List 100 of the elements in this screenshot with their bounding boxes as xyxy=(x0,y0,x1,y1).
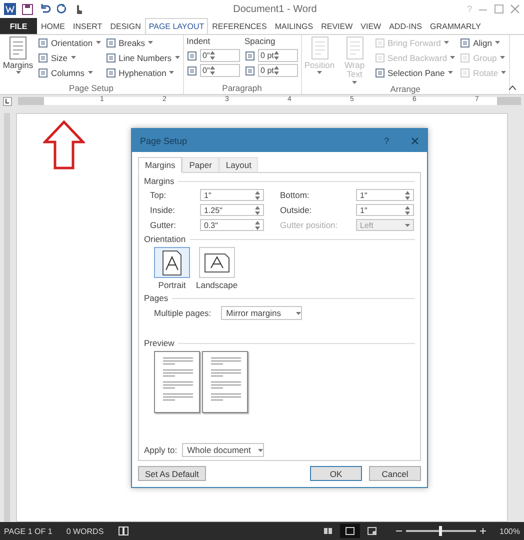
ribbon-button[interactable]: Breaks xyxy=(106,36,180,49)
caret-icon xyxy=(174,56,180,59)
slider-thumb[interactable] xyxy=(439,526,442,536)
spin-arrows-icon[interactable] xyxy=(274,66,279,75)
ribbon-button[interactable]: Columns xyxy=(38,66,101,79)
field-label: Outside: xyxy=(280,205,313,215)
group-label: Page Setup xyxy=(68,83,114,94)
dialog-title: Page Setup xyxy=(140,136,188,146)
ribbon-tab[interactable]: ADD-INS xyxy=(385,18,426,34)
group-label: Arrange xyxy=(389,84,422,94)
ribbon-tab[interactable]: VIEW xyxy=(356,18,386,34)
dialog-button[interactable]: Set As Default xyxy=(138,466,206,481)
spin-arrows-icon[interactable] xyxy=(255,220,260,230)
page-icon xyxy=(38,68,48,78)
ribbon-button[interactable]: Align xyxy=(460,36,506,49)
caret-icon xyxy=(405,224,410,226)
ribbon-tab[interactable]: PAGE LAYOUT xyxy=(144,18,208,34)
collapse-icon[interactable] xyxy=(509,85,516,90)
caret-icon xyxy=(317,71,322,74)
spin-arrows-icon[interactable] xyxy=(210,66,215,75)
dropdown[interactable]: Whole document xyxy=(182,443,264,457)
page-orientation-icon xyxy=(162,250,182,276)
group-label: Paragraph xyxy=(221,83,263,94)
dialog-button[interactable]: Cancel xyxy=(369,466,421,481)
text-lines-icon xyxy=(208,381,242,391)
tab-selector-icon[interactable] xyxy=(3,96,12,106)
page-icon xyxy=(106,68,116,78)
spin-arrows-icon[interactable] xyxy=(274,51,279,60)
spin-arrows-icon[interactable] xyxy=(210,51,215,60)
ribbon-button[interactable]: Selection Pane xyxy=(374,66,456,79)
spin-arrows-icon[interactable] xyxy=(405,206,410,214)
page-icon xyxy=(106,52,116,62)
close-icon[interactable] xyxy=(411,136,419,144)
text-lines-icon xyxy=(160,357,194,367)
caret-icon xyxy=(96,41,101,44)
input-field[interactable]: 0.3" xyxy=(200,219,264,231)
save-icon[interactable] xyxy=(22,4,33,14)
page-count[interactable]: PAGE 1 OF 1 xyxy=(4,526,52,536)
spin-field[interactable]: 0" xyxy=(200,49,240,62)
proofing-icon[interactable] xyxy=(118,526,129,536)
ribbon-tab[interactable]: INSERT xyxy=(69,18,106,34)
redo-icon[interactable] xyxy=(57,4,67,14)
page-icon xyxy=(460,52,470,62)
input-field[interactable]: 1" xyxy=(356,204,414,216)
field-label: Bottom: xyxy=(280,190,310,200)
input-field[interactable]: 1" xyxy=(356,189,414,201)
zoom-out-icon[interactable] xyxy=(396,528,402,534)
page-icon xyxy=(244,50,255,60)
spin-field[interactable]: 0 pt xyxy=(258,64,298,77)
ribbon-tab[interactable]: GRAMMARLY xyxy=(426,18,485,34)
zoom-level[interactable]: 100% xyxy=(500,526,520,536)
spin-arrows-icon[interactable] xyxy=(405,190,410,200)
ribbon-button[interactable]: Size xyxy=(38,51,101,64)
caret-icon xyxy=(16,71,20,74)
field-label: Top: xyxy=(150,190,168,200)
caret-icon xyxy=(500,56,505,59)
ribbon-button[interactable]: Line Numbers xyxy=(106,51,180,64)
ribbon-tab[interactable]: FILE xyxy=(0,18,37,34)
text-lines-icon xyxy=(160,369,194,379)
ribbon-button[interactable]: Hyphenation xyxy=(106,66,180,79)
spin-arrows-icon[interactable] xyxy=(255,206,260,214)
dialog-button[interactable]: OK xyxy=(310,466,362,481)
zoom-in-icon[interactable] xyxy=(480,528,486,534)
word-count[interactable]: 0 WORDS xyxy=(66,526,104,536)
ribbon-button[interactable]: Orientation xyxy=(38,36,101,49)
undo-icon[interactable] xyxy=(39,4,51,14)
dropdown[interactable]: Mirror margins xyxy=(221,306,302,320)
dialog-tab[interactable]: Paper xyxy=(182,157,219,173)
ribbon-button[interactable]: Margins xyxy=(3,36,33,74)
word-logo-icon xyxy=(4,3,16,15)
option-label: Portrait xyxy=(158,280,186,290)
input-field[interactable]: 1" xyxy=(200,189,264,201)
page-icon xyxy=(186,66,197,76)
caret-icon xyxy=(450,56,456,59)
dialog-tab[interactable]: Margins xyxy=(138,157,182,173)
page-icon xyxy=(244,66,255,76)
close-icon[interactable] xyxy=(510,4,520,14)
ribbon-tab[interactable]: REFERENCES xyxy=(208,18,271,34)
caret-icon xyxy=(258,448,264,452)
view-button[interactable] xyxy=(340,524,360,538)
ribbon-tab[interactable]: MAILINGS xyxy=(270,18,318,34)
orientation-option[interactable] xyxy=(198,247,235,278)
ribbon-tab[interactable]: HOME xyxy=(37,18,69,34)
field-label: Multiple pages: xyxy=(154,308,212,318)
page-icon xyxy=(344,527,355,535)
page-icon xyxy=(460,38,470,48)
orientation-option[interactable] xyxy=(154,247,190,278)
page-icon xyxy=(186,50,197,60)
ribbon-label: Spacing xyxy=(244,36,276,47)
section-heading: Pages xyxy=(144,293,168,303)
caret-icon xyxy=(169,71,174,74)
spin-field[interactable]: 0 pt xyxy=(258,49,298,62)
dialog-tab[interactable]: Layout xyxy=(218,157,258,173)
spin-field[interactable]: 0" xyxy=(200,64,240,77)
ribbon-tab[interactable]: DESIGN xyxy=(106,18,145,34)
input-field[interactable]: 1.25" xyxy=(200,204,264,216)
spin-arrows-icon[interactable] xyxy=(255,190,260,200)
caret-icon xyxy=(352,80,358,84)
ribbon-tab[interactable]: REVIEW xyxy=(317,18,357,34)
caret-icon xyxy=(444,41,449,44)
